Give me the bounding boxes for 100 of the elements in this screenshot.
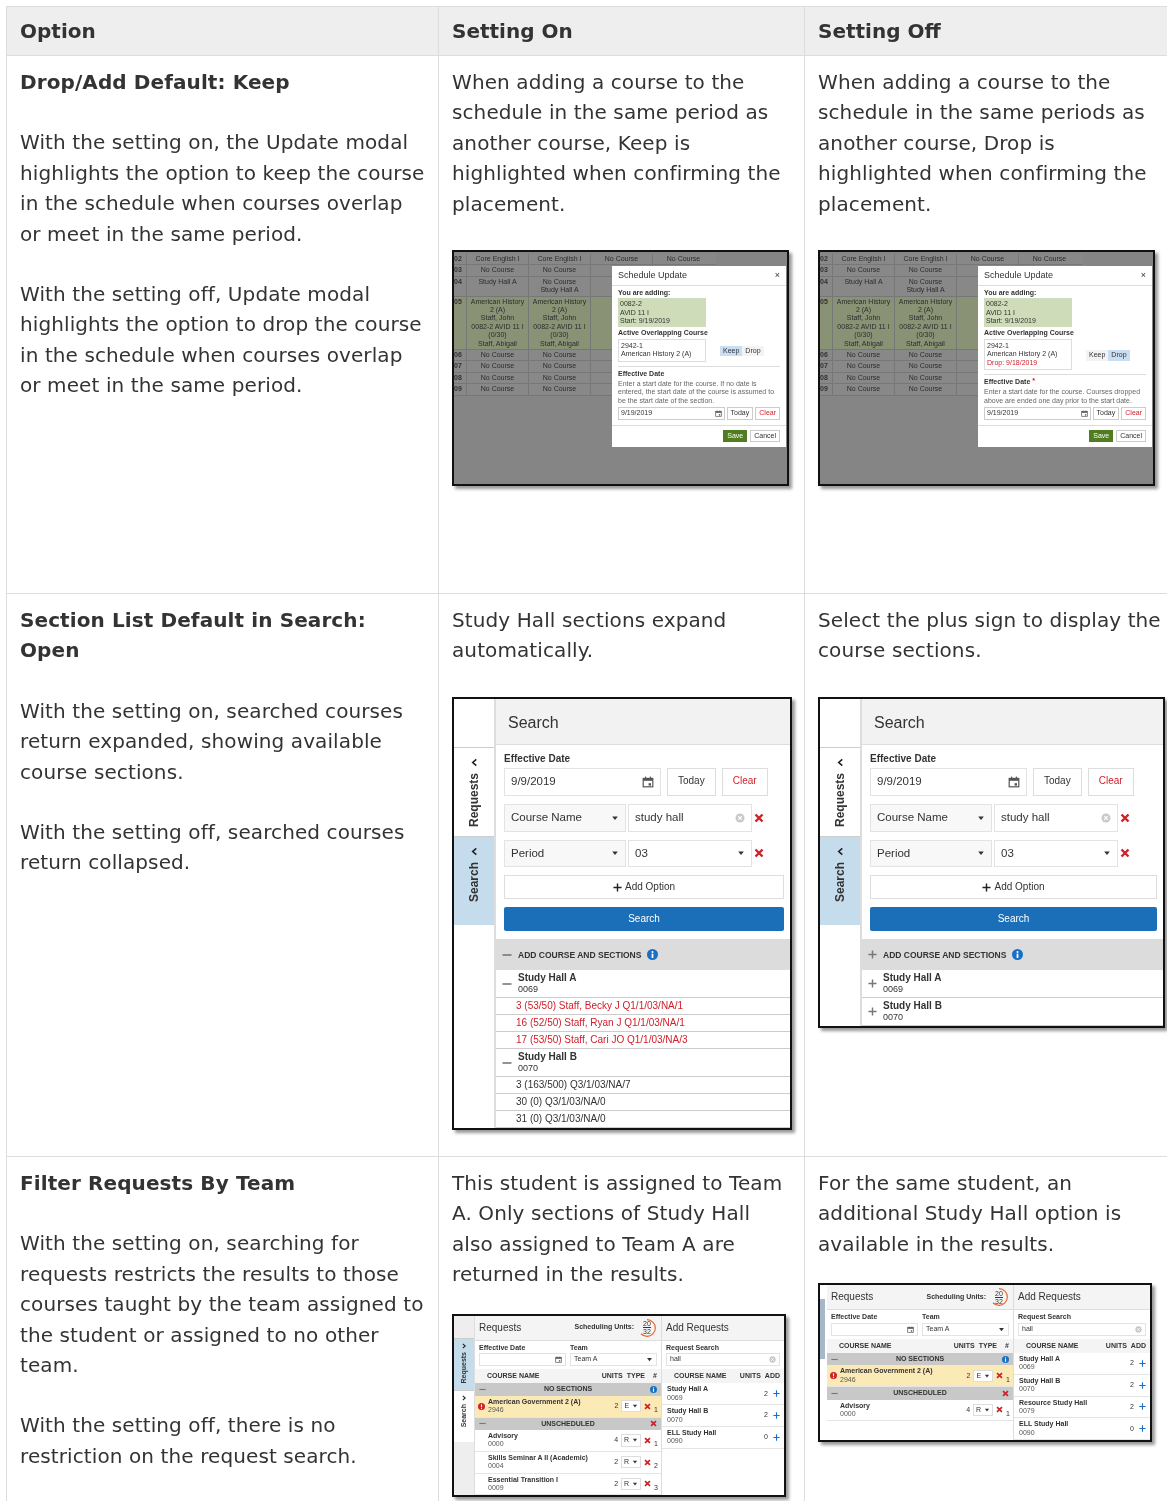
add-icon[interactable]: [1139, 1359, 1146, 1367]
add-icon[interactable]: [773, 1412, 780, 1420]
expand-icon[interactable]: [868, 979, 877, 989]
clear-button[interactable]: Clear: [1087, 768, 1134, 796]
add-icon[interactable]: [1139, 1403, 1146, 1411]
course-row[interactable]: Study Hall A 0069: [496, 970, 790, 999]
calendar-icon: [714, 409, 722, 417]
course-name: Study Hall A: [883, 972, 942, 985]
description-text: When adding a course to the schedule in the same periods as another course, Drop is highlighted when confirming the placement.: [818, 69, 1148, 218]
section-row[interactable]: 3 (53/50) Staff, Becky J Q1/1/03/NA/1: [496, 998, 790, 1016]
add-icon[interactable]: [773, 1433, 780, 1441]
calendar-icon: [1008, 775, 1020, 788]
caret-icon: [984, 1406, 991, 1413]
search-button[interactable]: Search: [870, 907, 1157, 932]
add-icon[interactable]: [1139, 1425, 1146, 1433]
section-header[interactable]: ADD COURSE AND SECTIONS: [862, 939, 1163, 971]
remove-icon[interactable]: [996, 1406, 1004, 1414]
remove-icon[interactable]: [644, 1436, 652, 1444]
caret-icon: [632, 1437, 639, 1444]
expand-icon[interactable]: [868, 950, 877, 960]
panel-title: Add Requests: [1014, 1285, 1150, 1311]
description-text: Select the plus sign to display the course sections.: [818, 607, 1162, 665]
course-row[interactable]: Study Hall B 0070: [496, 1049, 790, 1077]
add-icon[interactable]: [1139, 1381, 1146, 1389]
section-row[interactable]: 3 (163/500) Q3/1/03/NA/7: [496, 1077, 790, 1094]
remove-icon[interactable]: [644, 1480, 652, 1488]
search-button[interactable]: Search: [504, 907, 784, 932]
modal-title: Schedule Update: [984, 270, 1054, 281]
section-row[interactable]: 31 (0) Q3/1/03/NA/0: [496, 1111, 790, 1128]
dropdown[interactable]: 03: [994, 839, 1118, 868]
option-title: Section List Default in Search: Open: [20, 607, 367, 665]
remove-icon[interactable]: [996, 1372, 1004, 1380]
remove-icon[interactable]: [754, 848, 764, 859]
description-text: With the setting on, the Update modal highlights the option to keep the course in the schedule when courses overlap or meet in the same period.: [20, 129, 426, 248]
info-icon: [1002, 1355, 1009, 1363]
input-field[interactable]: study hall: [628, 803, 752, 832]
course-row[interactable]: Study Hall A 0069: [862, 970, 1163, 999]
progress-ring: [637, 1317, 657, 1338]
column-header: Option: [7, 7, 439, 56]
column-header: Setting Off: [805, 7, 1167, 56]
caret-icon: [611, 813, 619, 822]
course-name: Study Hall B: [883, 1000, 942, 1013]
close-button[interactable]: ×: [774, 270, 780, 281]
section-header[interactable]: ADD COURSE AND SECTIONS: [496, 939, 790, 971]
input-field[interactable]: study hall: [994, 803, 1118, 832]
remove-icon[interactable]: [644, 1402, 652, 1410]
caret-icon: [984, 1372, 991, 1379]
caret-icon: [632, 1403, 639, 1410]
caret-icon: [632, 1459, 639, 1466]
side-tab[interactable]: Search: [820, 835, 860, 925]
description-text: Study Hall sections expand automatically.: [452, 607, 728, 665]
calendar-icon: [907, 1325, 914, 1333]
section-row[interactable]: 17 (53/50) Staff, Cari JO Q1/1/03/NA/3: [496, 1032, 790, 1050]
course-name: Study Hall A: [518, 972, 577, 985]
side-tab[interactable]: Search: [454, 835, 494, 925]
chevron-icon: [835, 757, 845, 767]
remove-icon[interactable]: [1002, 1389, 1009, 1397]
course-row[interactable]: Study Hall B 0070: [862, 998, 1163, 1026]
date-field[interactable]: [479, 1353, 566, 1366]
today-button[interactable]: Today: [1033, 768, 1082, 796]
date-field[interactable]: [831, 1322, 918, 1336]
course-code: 0069: [883, 984, 905, 996]
plus-icon[interactable]: [982, 882, 992, 892]
caret-icon: [632, 1480, 639, 1487]
today-button[interactable]: Today: [667, 768, 716, 796]
scroll-bar: [820, 1299, 825, 1360]
expand-icon[interactable]: [868, 1007, 877, 1017]
chevron-icon: [835, 846, 845, 856]
remove-icon[interactable]: [1120, 812, 1130, 823]
remove-icon[interactable]: [650, 1420, 657, 1428]
calendar-icon: [642, 775, 654, 788]
course-code: 0070: [518, 1063, 540, 1074]
close-button[interactable]: ×: [1140, 270, 1146, 281]
panel-title: Add Requests: [662, 1315, 784, 1341]
panel-title: Requests: [831, 1291, 875, 1304]
remove-icon[interactable]: [644, 1458, 652, 1466]
dropdown[interactable]: Course Name: [504, 803, 626, 832]
chevron-icon: [469, 846, 479, 856]
section-row[interactable]: 30 (0) Q3/1/03/NA/0: [496, 1094, 790, 1111]
section-title: ADD COURSE AND SECTIONS: [883, 949, 1007, 960]
section-row[interactable]: 16 (52/50) Staff, Ryan J Q1/1/03/NA/1: [496, 1015, 790, 1033]
info-icon: [647, 949, 659, 961]
add-option-button[interactable]: Add Option: [504, 875, 784, 900]
date-field[interactable]: 9/9/2019: [504, 768, 661, 796]
description-text: When adding a course to the schedule in the same period as another course, Keep is highlighted when confirming the placement.: [452, 69, 782, 218]
description-text: With the setting on, searched courses return expanded, showing available course sections.: [20, 697, 405, 786]
info-icon: [1012, 949, 1024, 961]
dropdown[interactable]: 03: [628, 839, 752, 868]
plus-icon[interactable]: [612, 882, 622, 892]
option-title: Filter Requests By Team: [20, 1170, 297, 1197]
dropdown[interactable]: Period: [504, 839, 626, 868]
dropdown[interactable]: Period: [870, 839, 992, 868]
dropdown[interactable]: Course Name: [870, 803, 992, 832]
clear-button[interactable]: Clear: [721, 768, 768, 796]
remove-icon[interactable]: [1120, 848, 1130, 859]
add-icon[interactable]: [773, 1390, 780, 1398]
add-option-button[interactable]: Add Option: [870, 875, 1157, 900]
date-field[interactable]: 9/9/2019: [870, 768, 1027, 796]
description-text: With the setting off, searched courses return collapsed.: [20, 819, 406, 877]
remove-icon[interactable]: [754, 812, 764, 823]
